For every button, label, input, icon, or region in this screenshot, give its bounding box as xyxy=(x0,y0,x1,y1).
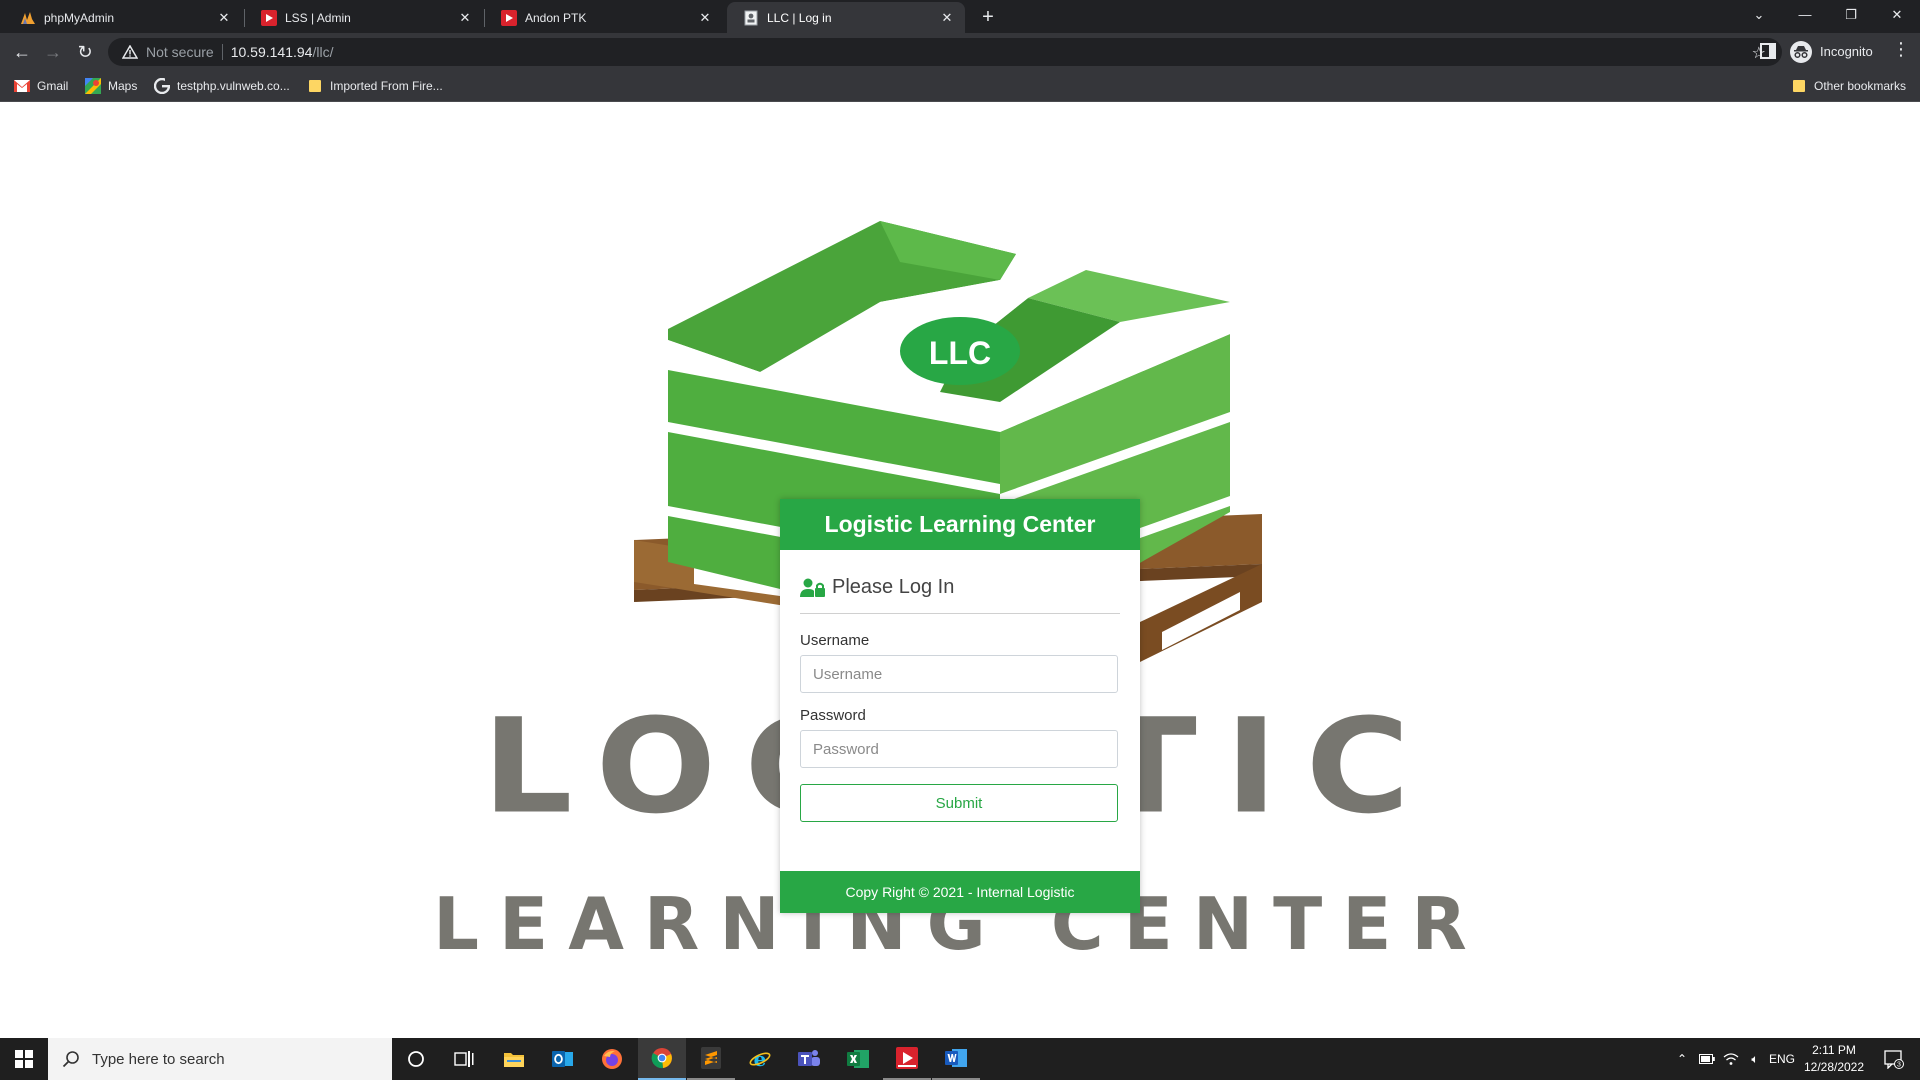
tab-andon-ptk[interactable]: Andon PTK ✕ xyxy=(485,2,723,33)
file-explorer-icon[interactable] xyxy=(490,1038,538,1080)
login-card: Logistic Learning Center Please Log In U… xyxy=(780,499,1140,913)
login-card-body: Please Log In Username Password Submit xyxy=(780,550,1140,822)
clock-time: 2:11 PM xyxy=(1812,1043,1856,1057)
page-icon xyxy=(743,10,759,26)
url-host: 10.59.141.94 xyxy=(230,44,313,60)
bookmark-gmail[interactable]: Gmail xyxy=(14,76,68,96)
forward-arrow-icon[interactable]: → xyxy=(40,39,66,65)
bookmarks-bar: Gmail Maps testphp.vulnweb.co... Importe… xyxy=(0,70,1920,102)
warning-icon xyxy=(122,45,138,59)
bookmark-label: Imported From Fire... xyxy=(330,79,443,93)
bookmark-testphp[interactable]: testphp.vulnweb.co... xyxy=(154,76,290,96)
start-button[interactable] xyxy=(0,1038,48,1080)
profile-label: Incognito xyxy=(1820,44,1873,59)
volume-icon[interactable]: 🔈︎ xyxy=(1744,1038,1766,1080)
svg-text:e: e xyxy=(754,1048,767,1070)
clock[interactable]: 2:11 PM 12/28/2022 xyxy=(1796,1042,1872,1076)
password-input[interactable] xyxy=(800,730,1118,768)
search-placeholder: Type here to search xyxy=(92,1050,225,1068)
excel-icon[interactable] xyxy=(834,1038,882,1080)
security-status[interactable]: Not secure xyxy=(146,44,214,60)
gmail-icon xyxy=(14,78,30,94)
maps-icon xyxy=(85,78,101,94)
notification-center-icon[interactable]: 3 xyxy=(1874,1038,1914,1080)
notification-count: 3 xyxy=(1897,1062,1901,1069)
tab-search-icon[interactable]: ⌄ xyxy=(1736,0,1782,30)
llc-badge-text: LLC xyxy=(929,335,991,371)
tab-llc-login[interactable]: LLC | Log in ✕ xyxy=(727,2,965,33)
tab-phpmyadmin[interactable]: phpMyAdmin ✕ xyxy=(4,2,242,33)
windows-logo-icon xyxy=(15,1050,33,1068)
submit-button[interactable]: Submit xyxy=(800,784,1118,822)
phpmyadmin-icon xyxy=(20,10,36,26)
cortana-icon[interactable] xyxy=(392,1038,440,1080)
login-card-header: Logistic Learning Center xyxy=(780,499,1140,550)
password-label: Password xyxy=(800,707,866,724)
battery-icon[interactable] xyxy=(1696,1038,1718,1080)
chrome-icon[interactable] xyxy=(638,1038,686,1080)
user-lock-icon xyxy=(800,578,825,597)
login-subtitle-text: Please Log In xyxy=(832,576,955,598)
minimize-icon[interactable]: — xyxy=(1782,0,1828,30)
red-play-icon xyxy=(261,9,277,26)
login-card-footer: Copy Right © 2021 - Internal Logistic xyxy=(780,871,1140,913)
firefox-icon[interactable] xyxy=(588,1038,636,1080)
close-icon[interactable]: ✕ xyxy=(697,10,713,26)
close-icon[interactable]: ✕ xyxy=(216,10,232,26)
red-play-app-icon[interactable] xyxy=(883,1038,931,1080)
restore-icon[interactable]: ❐ xyxy=(1828,0,1874,30)
language-indicator[interactable]: ENG xyxy=(1768,1038,1796,1080)
taskbar-search-box[interactable]: Type here to search xyxy=(48,1038,392,1080)
tab-strip: phpMyAdmin ✕ LSS | Admin ✕ Andon PTK ✕ L… xyxy=(0,0,1920,33)
tab-lss-admin[interactable]: LSS | Admin ✕ xyxy=(245,2,483,33)
page-content: LLC LOGISTIC LEARNING CENTER Logistic Le… xyxy=(0,102,1920,1038)
bookmark-folder-other[interactable]: Other bookmarks xyxy=(1791,76,1906,96)
back-arrow-icon[interactable]: ← xyxy=(9,39,35,65)
bookmark-maps[interactable]: Maps xyxy=(85,76,137,96)
address-bar[interactable]: Not secure 10.59.141.94 /llc/ ☆ xyxy=(108,38,1782,66)
bookmark-label: testphp.vulnweb.co... xyxy=(177,79,290,93)
bookmark-label: Gmail xyxy=(37,79,69,93)
internet-explorer-icon[interactable]: e xyxy=(736,1038,784,1080)
url-path: /llc/ xyxy=(312,44,334,60)
incognito-icon xyxy=(1790,40,1812,63)
task-view-icon[interactable] xyxy=(440,1038,488,1080)
teams-icon[interactable] xyxy=(785,1038,833,1080)
reload-icon[interactable]: ↻ xyxy=(72,39,98,65)
show-hidden-icons-icon[interactable]: ⌃ xyxy=(1672,1038,1692,1080)
browser-toolbar: ← → ↻ Not secure 10.59.141.94 /llc/ ☆ In… xyxy=(0,33,1920,70)
folder-icon xyxy=(1791,78,1807,94)
login-subtitle: Please Log In xyxy=(800,576,1120,614)
username-label: Username xyxy=(800,632,870,649)
window-close-icon[interactable]: ✕ xyxy=(1874,0,1920,30)
google-icon xyxy=(154,78,170,94)
bookmark-folder-imported[interactable]: Imported From Fire... xyxy=(307,76,443,96)
divider xyxy=(221,44,223,60)
wifi-icon[interactable] xyxy=(1720,1038,1742,1080)
close-icon[interactable]: ✕ xyxy=(457,10,473,26)
clock-date: 12/28/2022 xyxy=(1803,1060,1865,1074)
profile-button[interactable]: Incognito xyxy=(1790,38,1873,65)
folder-icon xyxy=(307,78,323,94)
word-icon[interactable] xyxy=(932,1038,980,1080)
side-panel-icon[interactable] xyxy=(1758,41,1778,61)
username-input[interactable] xyxy=(800,655,1118,693)
windows-taskbar: Type here to search e ⌃ 🔈︎ ENG 2:11 PM 1… xyxy=(0,1038,1920,1080)
bookmark-label: Maps xyxy=(108,79,138,93)
close-icon[interactable]: ✕ xyxy=(939,10,955,26)
search-icon xyxy=(62,1051,79,1068)
bookmark-label: Other bookmarks xyxy=(1814,79,1907,93)
outlook-icon[interactable] xyxy=(539,1038,587,1080)
red-play-icon xyxy=(501,9,517,26)
sublime-text-icon[interactable] xyxy=(687,1038,735,1080)
new-tab-button[interactable]: + xyxy=(975,4,1001,30)
more-menu-icon[interactable]: ⋮ xyxy=(1892,39,1910,60)
